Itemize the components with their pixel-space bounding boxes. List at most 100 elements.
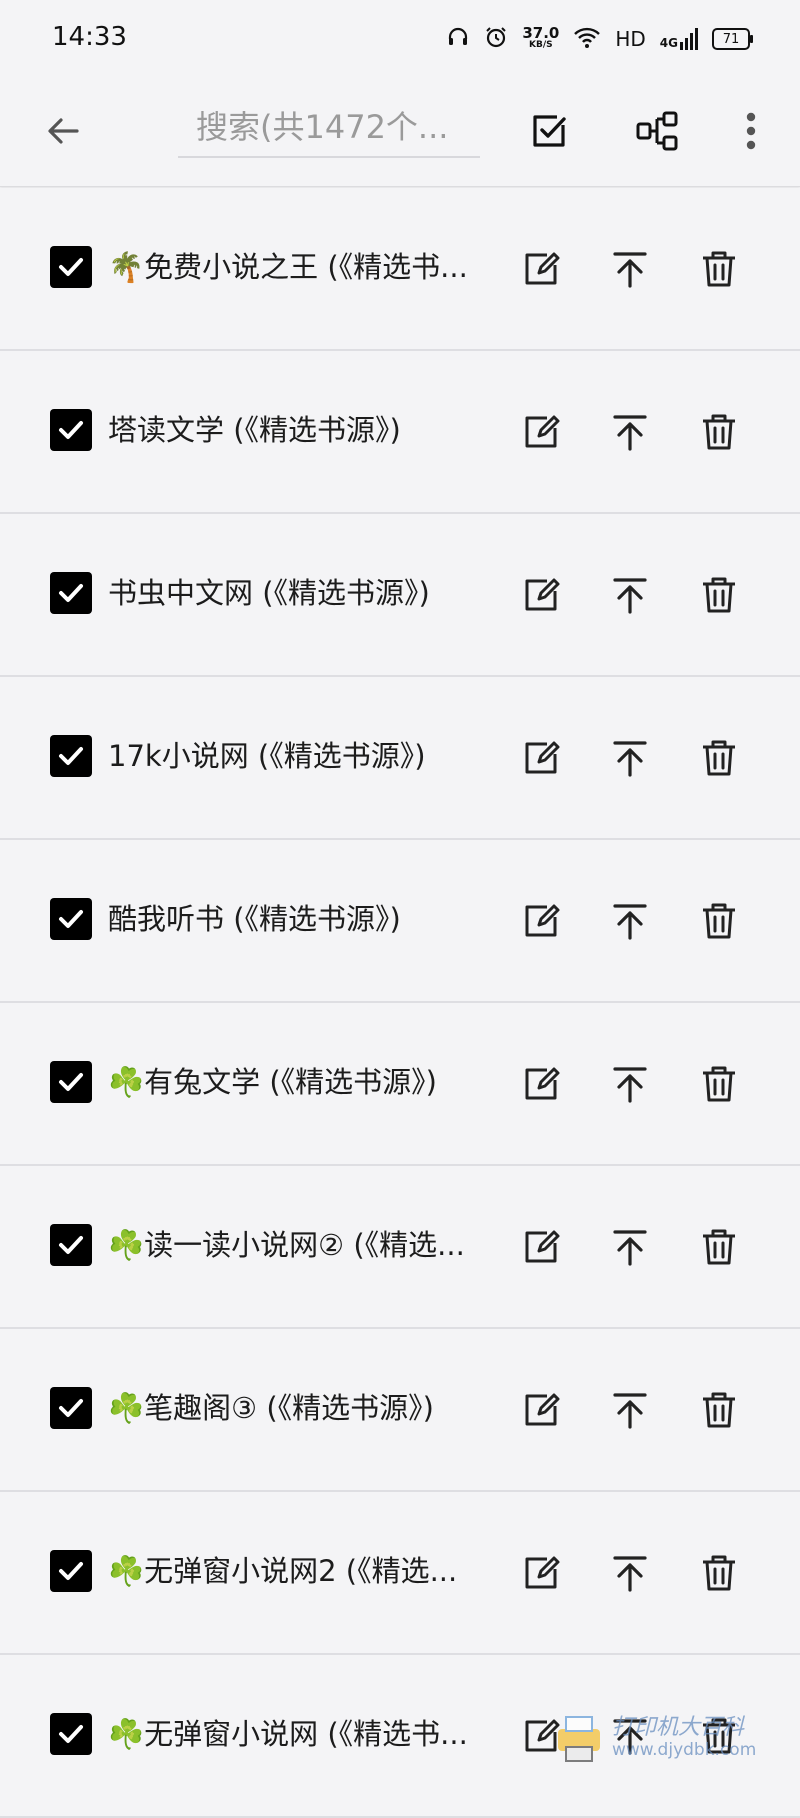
hd-label: HD — [615, 27, 646, 51]
more-vert-icon — [746, 112, 756, 150]
delete-button[interactable] — [694, 733, 744, 783]
row-checkbox[interactable] — [50, 1387, 92, 1429]
trash-icon — [703, 1555, 735, 1591]
move-to-top-button[interactable] — [605, 244, 655, 294]
check-icon — [59, 258, 83, 276]
arrow-up-to-top-icon — [613, 415, 647, 451]
checkbox-edit-icon — [533, 115, 566, 147]
trash-icon — [703, 414, 735, 450]
edit-button[interactable] — [516, 896, 566, 946]
check-icon — [59, 1399, 83, 1417]
edit-icon — [525, 1393, 560, 1426]
headphones-icon — [446, 25, 470, 54]
row-title: 塔读文学 (《精选书源》) — [108, 413, 401, 447]
list-item[interactable]: 🌴免费小说之王 (《精选书... — [0, 188, 800, 351]
watermark-title: 打印机大百科 — [612, 1715, 745, 1740]
move-to-top-button[interactable] — [605, 896, 655, 946]
select-all-button[interactable] — [522, 104, 576, 158]
check-icon — [59, 1725, 83, 1743]
delete-button[interactable] — [694, 570, 744, 620]
edit-button[interactable] — [516, 570, 566, 620]
arrow-up-to-top-icon — [613, 252, 647, 288]
edit-icon — [525, 1230, 560, 1263]
row-title: 酷我听书 (《精选书源》) — [108, 902, 401, 936]
wifi-icon — [573, 25, 601, 54]
row-title: 17k小说网 (《精选书源》) — [108, 739, 426, 773]
check-icon — [59, 910, 83, 928]
delete-button[interactable] — [694, 1548, 744, 1598]
arrow-up-to-top-icon — [613, 1230, 647, 1266]
move-to-top-button[interactable] — [605, 1548, 655, 1598]
check-icon — [59, 1073, 83, 1091]
row-checkbox[interactable] — [50, 1061, 92, 1103]
alarm-icon — [484, 25, 508, 54]
row-title: ☘️无弹窗小说网 (《精选书... — [108, 1717, 468, 1751]
row-title: 书虫中文网 (《精选书源》) — [108, 576, 430, 610]
delete-button[interactable] — [694, 244, 744, 294]
row-checkbox[interactable] — [50, 572, 92, 614]
check-icon — [59, 747, 83, 765]
tree-icon — [636, 111, 678, 151]
edit-icon — [525, 904, 560, 937]
row-title: 🌴免费小说之王 (《精选书... — [108, 250, 468, 284]
edit-icon — [525, 1067, 560, 1100]
list-item[interactable]: 17k小说网 (《精选书源》) — [0, 677, 800, 840]
arrow-up-to-top-icon — [613, 1067, 647, 1103]
check-icon — [59, 584, 83, 602]
edit-button[interactable] — [516, 733, 566, 783]
row-checkbox[interactable] — [50, 898, 92, 940]
search-box[interactable] — [178, 100, 480, 158]
trash-icon — [703, 577, 735, 613]
list-item[interactable]: ☘️有兔文学 (《精选书源》) — [0, 1003, 800, 1166]
row-title: ☘️读一读小说网② (《精选... — [108, 1228, 465, 1262]
more-button[interactable] — [724, 104, 778, 158]
row-title: ☘️笔趣阁③ (《精选书源》) — [108, 1391, 434, 1425]
edit-button[interactable] — [516, 244, 566, 294]
list-item[interactable]: ☘️笔趣阁③ (《精选书源》) — [0, 1329, 800, 1492]
move-to-top-button[interactable] — [605, 1059, 655, 1109]
edit-icon — [525, 741, 560, 774]
move-to-top-button[interactable] — [605, 1385, 655, 1435]
trash-icon — [703, 740, 735, 776]
battery-icon: 71 — [712, 28, 753, 50]
row-checkbox[interactable] — [50, 246, 92, 288]
search-input[interactable] — [178, 100, 480, 154]
edit-button[interactable] — [516, 1385, 566, 1435]
arrow-up-to-top-icon — [613, 578, 647, 614]
delete-button[interactable] — [694, 407, 744, 457]
edit-button[interactable] — [516, 1059, 566, 1109]
status-icons: 37.0 KB/S HD 4G 71 — [446, 22, 753, 56]
row-checkbox[interactable] — [50, 1224, 92, 1266]
status-bar: 14:33 37.0 KB/S HD 4G 71 — [0, 0, 800, 80]
delete-button[interactable] — [694, 1385, 744, 1435]
source-list: 🌴免费小说之王 (《精选书... 塔读文学 (《精选书源》) 书虫中文网 (《精… — [0, 188, 800, 1818]
list-item[interactable]: 书虫中文网 (《精选书源》) — [0, 514, 800, 677]
back-button[interactable] — [36, 104, 90, 158]
group-button[interactable] — [630, 104, 684, 158]
list-item[interactable]: 酷我听书 (《精选书源》) — [0, 840, 800, 1003]
edit-icon — [525, 252, 560, 285]
delete-button[interactable] — [694, 1222, 744, 1272]
row-checkbox[interactable] — [50, 1713, 92, 1755]
row-checkbox[interactable] — [50, 409, 92, 451]
edit-button[interactable] — [516, 1548, 566, 1598]
edit-button[interactable] — [516, 407, 566, 457]
list-item[interactable]: 塔读文学 (《精选书源》) — [0, 351, 800, 514]
list-item[interactable]: ☘️读一读小说网② (《精选... — [0, 1166, 800, 1329]
move-to-top-button[interactable] — [605, 733, 655, 783]
row-checkbox[interactable] — [50, 1550, 92, 1592]
watermark: 打印机大百科 www.djydbk.com — [552, 1708, 792, 1768]
move-to-top-button[interactable] — [605, 1222, 655, 1272]
delete-button[interactable] — [694, 896, 744, 946]
check-icon — [59, 421, 83, 439]
list-item[interactable]: ☘️无弹窗小说网2 (《精选... — [0, 1492, 800, 1655]
edit-icon — [525, 1556, 560, 1589]
edit-button[interactable] — [516, 1222, 566, 1272]
arrow-up-to-top-icon — [613, 741, 647, 777]
arrow-up-to-top-icon — [613, 1393, 647, 1429]
row-checkbox[interactable] — [50, 735, 92, 777]
move-to-top-button[interactable] — [605, 570, 655, 620]
arrow-up-to-top-icon — [613, 1556, 647, 1592]
move-to-top-button[interactable] — [605, 407, 655, 457]
delete-button[interactable] — [694, 1059, 744, 1109]
